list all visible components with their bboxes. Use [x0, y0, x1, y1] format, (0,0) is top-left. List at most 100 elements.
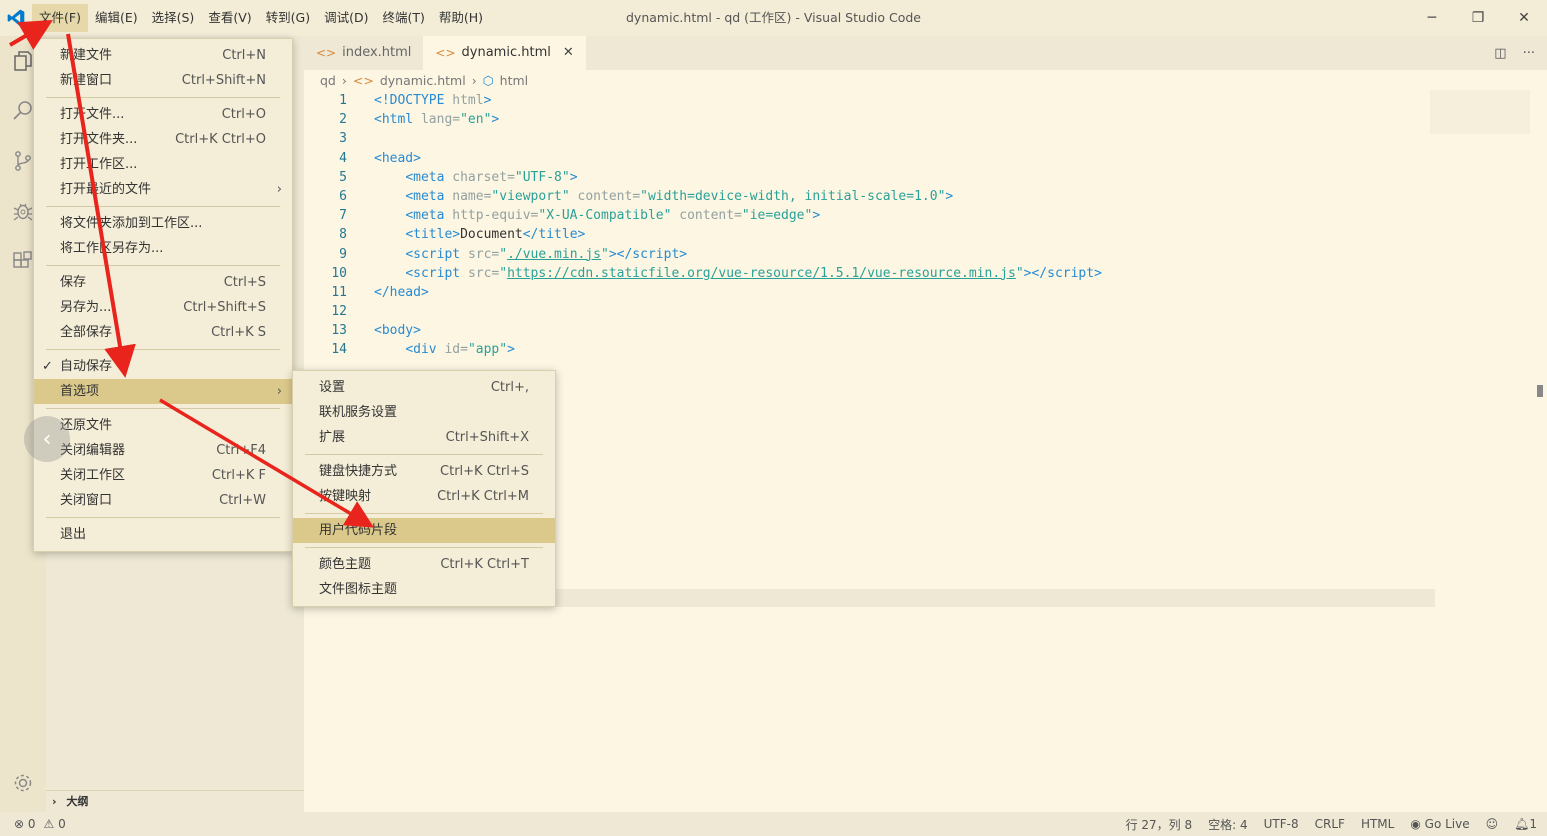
indentation[interactable]: 空格: 4 [1208, 816, 1248, 833]
tab-index-html[interactable]: <> index.html [304, 36, 423, 70]
breadcrumb-element[interactable]: html [500, 70, 528, 92]
menu-item[interactable]: 另存为... Ctrl+Shift+S [34, 295, 292, 320]
menu-item[interactable]: 关闭编辑器 Ctrl+F4 [34, 438, 292, 463]
menu-help[interactable]: 帮助(H) [432, 4, 490, 32]
menu-file[interactable]: 文件(F) [32, 4, 88, 32]
code-line[interactable]: 13 <body> [304, 321, 1434, 340]
code-line[interactable]: 11 </head> [304, 283, 1434, 302]
menu-edit[interactable]: 编辑(E) [88, 4, 145, 32]
code-line[interactable]: 7 <meta http-equiv="X-UA-Compatible" con… [304, 206, 1434, 225]
element-icon: ⬡ [482, 73, 494, 88]
menu-item-shortcut: Ctrl+K Ctrl+M [437, 489, 529, 504]
menu-debug[interactable]: 调试(D) [317, 4, 375, 32]
notifications-bell[interactable]: 🔔︎1 [1514, 817, 1537, 831]
menu-item[interactable]: 全部保存 Ctrl+K S [34, 320, 292, 345]
notifications-count: 1 [1529, 817, 1537, 831]
menu-item-shortcut: Ctrl+W [219, 493, 266, 508]
editor-tabs: <> index.html <> dynamic.html ✕ ◫ ··· [304, 36, 1547, 70]
menu-item[interactable]: 还原文件 [34, 413, 292, 438]
maximize-button[interactable]: ❐ [1455, 0, 1501, 36]
menu-selection[interactable]: 选择(S) [145, 4, 202, 32]
line-number: 11 [331, 284, 347, 300]
menu-item-shortcut: Ctrl+N [222, 48, 266, 63]
code-line[interactable]: 1 <!DOCTYPE html> [304, 91, 1434, 110]
encoding[interactable]: UTF-8 [1264, 817, 1299, 831]
scrollbar-marker[interactable] [1537, 385, 1543, 397]
code-line[interactable]: 8 <title>Document</title> [304, 225, 1434, 244]
menu-item[interactable]: 将工作区另存为... [34, 236, 292, 261]
line-content: <meta http-equiv="X-UA-Compatible" conte… [405, 208, 821, 224]
menu-item-label: 打开最近的文件 [60, 182, 152, 197]
menu-item[interactable]: 退出 [34, 522, 292, 547]
errors-count[interactable]: ⊗ 0 [14, 817, 36, 831]
menu-item[interactable]: 打开工作区... [34, 152, 292, 177]
menu-item[interactable]: 扩展 Ctrl+Shift+X [293, 425, 555, 450]
breadcrumb-file[interactable]: dynamic.html [380, 70, 466, 92]
menu-item[interactable]: 打开最近的文件 › [34, 177, 292, 202]
minimap[interactable] [1430, 90, 1530, 134]
menu-item[interactable]: 按键映射 Ctrl+K Ctrl+M [293, 484, 555, 509]
menu-bar: 文件(F) 编辑(E) 选择(S) 查看(V) 转到(G) 调试(D) 终端(T… [32, 0, 490, 36]
menu-item[interactable]: 首选项 › [34, 379, 292, 404]
code-line[interactable]: 6 <meta name="viewport" content="width=d… [304, 187, 1434, 206]
code-line[interactable]: 5 <meta charset="UTF-8"> [304, 168, 1434, 187]
menu-item-label: 另存为... [60, 300, 112, 315]
menu-item-label: 新建窗口 [60, 73, 113, 88]
menu-item[interactable]: 颜色主题 Ctrl+K Ctrl+T [293, 552, 555, 577]
menu-item[interactable]: 文件图标主题 [293, 577, 555, 602]
menu-go[interactable]: 转到(G) [259, 4, 317, 32]
line-content: <meta charset="UTF-8"> [405, 169, 578, 185]
menu-item[interactable]: 新建文件 Ctrl+N [34, 43, 292, 68]
tab-close-icon[interactable]: ✕ [563, 36, 574, 70]
menu-view[interactable]: 查看(V) [201, 4, 258, 32]
close-window-button[interactable]: ✕ [1501, 0, 1547, 36]
chevron-right-icon: › [471, 73, 477, 88]
code-line[interactable]: 14 <div id="app"> [304, 340, 1434, 359]
menu-item[interactable]: 设置 Ctrl+, [293, 375, 555, 400]
menu-item[interactable]: 用户代码片段 [293, 518, 555, 543]
menu-terminal[interactable]: 终端(T) [375, 4, 431, 32]
language-mode[interactable]: HTML [1361, 817, 1394, 831]
menu-item[interactable]: 关闭工作区 Ctrl+K F [34, 463, 292, 488]
menu-item[interactable]: 保存 Ctrl+S [34, 270, 292, 295]
outline-section[interactable]: › 大纲 [46, 790, 304, 812]
more-actions-icon[interactable]: ··· [1523, 46, 1535, 61]
tab-dynamic-html[interactable]: <> dynamic.html ✕ [423, 36, 586, 70]
menu-item[interactable]: 打开文件... Ctrl+O [34, 102, 292, 127]
menu-item-shortcut: Ctrl+K F [211, 468, 266, 483]
back-arrow-icon[interactable]: ‹ [24, 416, 70, 462]
settings-gear-icon[interactable] [0, 758, 46, 808]
menu-item-label: 用户代码片段 [319, 523, 398, 538]
menu-item[interactable]: ✓ 自动保存 [34, 354, 292, 379]
menu-item[interactable]: 键盘快捷方式 Ctrl+K Ctrl+S [293, 459, 555, 484]
menu-item[interactable]: 新建窗口 Ctrl+Shift+N [34, 68, 292, 93]
code-line[interactable]: 3 [304, 129, 1434, 148]
code-line[interactable]: 10 <script src="https://cdn.staticfile.o… [304, 264, 1434, 283]
code-line[interactable]: 12 [304, 302, 1434, 321]
menu-item-label: 将文件夹添加到工作区... [60, 216, 203, 231]
warnings-count[interactable]: ⚠ 0 [44, 817, 66, 831]
menu-item[interactable]: 打开文件夹... Ctrl+K Ctrl+O [34, 127, 292, 152]
code-line[interactable]: 4 <head> [304, 149, 1434, 168]
code-line[interactable]: 9 <script src="./vue.min.js"></script> [304, 245, 1434, 264]
feedback-icon[interactable]: ☺ [1486, 817, 1499, 831]
go-live-button[interactable]: ◉ Go Live [1410, 817, 1469, 831]
cursor-position[interactable]: 行 27，列 8 [1126, 816, 1193, 833]
code-editor[interactable]: 1 <!DOCTYPE html> 2 <html lang="en"> 3 4 <head… [304, 91, 1434, 360]
menu-item[interactable]: 将文件夹添加到工作区... [34, 211, 292, 236]
menu-item-label: 联机服务设置 [319, 405, 398, 420]
menu-item-label: 打开文件... [60, 107, 125, 122]
split-editor-icon[interactable]: ◫ [1494, 46, 1506, 61]
title-bar: 文件(F) 编辑(E) 选择(S) 查看(V) 转到(G) 调试(D) 终端(T… [0, 0, 1547, 36]
menu-item-label: 按键映射 [319, 489, 372, 504]
code-line[interactable]: 2 <html lang="en"> [304, 110, 1434, 129]
menu-item-shortcut: Ctrl+Shift+N [181, 73, 266, 88]
menu-item-shortcut: Ctrl+S [223, 275, 266, 290]
menu-item[interactable]: 联机服务设置 [293, 400, 555, 425]
breadcrumb-folder[interactable]: qd [320, 70, 336, 92]
menu-item[interactable]: 关闭窗口 Ctrl+W [34, 488, 292, 513]
minimize-button[interactable]: ─ [1409, 0, 1455, 36]
end-of-line[interactable]: CRLF [1315, 817, 1345, 831]
breadcrumb: qd › <> dynamic.html › ⬡ html [320, 70, 528, 92]
chevron-right-icon: › [276, 182, 282, 197]
